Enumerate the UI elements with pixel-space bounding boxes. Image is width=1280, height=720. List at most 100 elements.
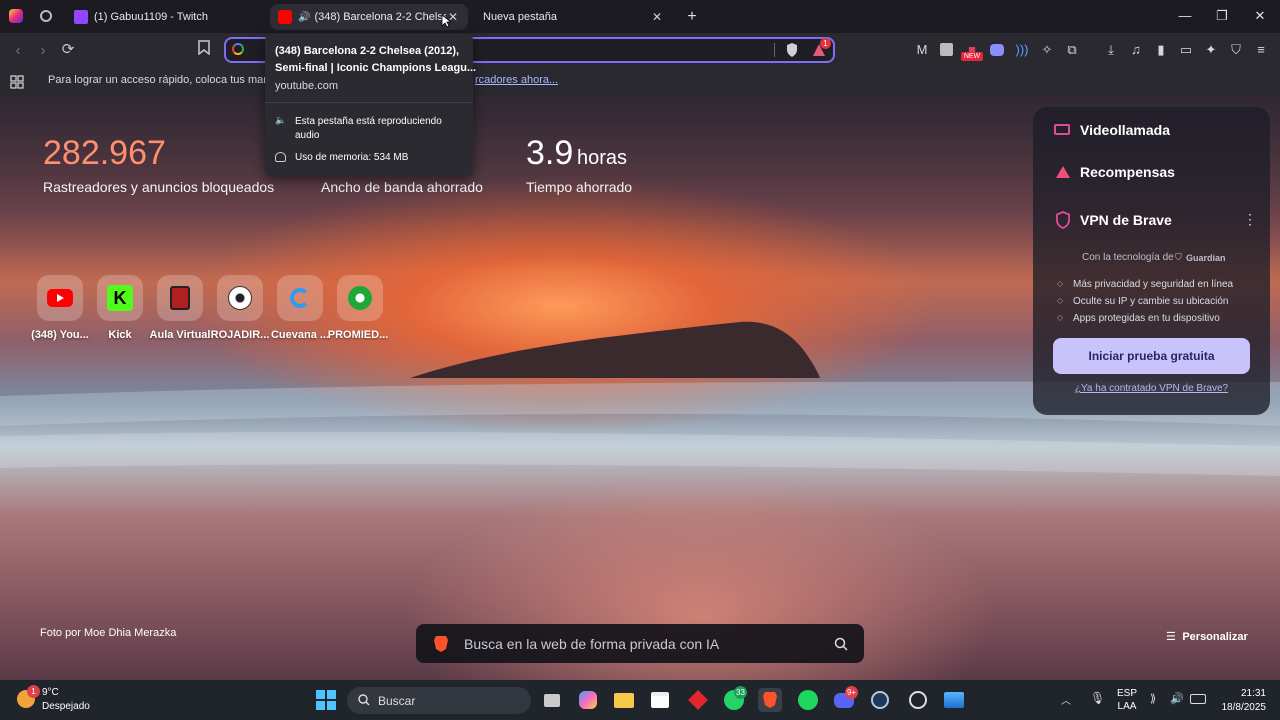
pinned-tab-web[interactable] <box>33 5 59 27</box>
already-subscribed-link[interactable]: ¿Ya ha contratado VPN de Brave? <box>1033 383 1270 394</box>
videocall-link[interactable]: Videollamada <box>1080 122 1170 138</box>
microphone-icon[interactable]: 🎙 <box>1090 691 1105 705</box>
top-site-kick[interactable]: K <box>97 275 143 321</box>
tab-strip: (1) Gabuu1109 - Twitch 🔊 (348) Barcelona… <box>0 0 1280 33</box>
instagram-icon <box>9 9 23 23</box>
maximize-button[interactable]: ❐ <box>1212 8 1232 24</box>
memory-icon <box>275 152 286 162</box>
task-view-icon[interactable] <box>540 688 564 712</box>
discord-extension-icon[interactable] <box>988 41 1006 59</box>
show-hidden-icons[interactable]: ︿ <box>1061 692 1071 707</box>
forward-button[interactable]: › <box>33 41 53 61</box>
minimize-button[interactable]: — <box>1175 8 1195 23</box>
vpn-feature: Apps protegidas en tu dispositivo <box>1073 313 1220 324</box>
brave-taskbar-icon[interactable] <box>758 688 782 712</box>
top-site-youtube[interactable] <box>37 275 83 321</box>
more-options-icon[interactable]: ⋮ <box>1243 211 1257 228</box>
lang-secondary: LAA <box>1117 701 1137 712</box>
vpn-feature: Más privacidad y seguridad en línea <box>1073 279 1234 290</box>
back-button[interactable]: ‹ <box>8 41 28 61</box>
aula-virtual-icon <box>170 286 190 310</box>
search-icon[interactable] <box>834 637 848 651</box>
tab-title: (348) Barcelona 2-2 Chelsea (2012), Semi… <box>314 11 446 23</box>
windows-start-icon[interactable] <box>314 688 338 712</box>
vpn-shield-icon[interactable]: ⛉ <box>1227 41 1245 59</box>
start-free-trial-button[interactable]: Iniciar prueba gratuita <box>1053 338 1250 374</box>
microsoft-store-icon[interactable] <box>648 688 672 712</box>
brave-widgets-panel: Videollamada Recompensas VPN de Brave ⋮ … <box>1033 107 1270 415</box>
youtube-icon <box>47 289 73 307</box>
top-site-cuevana[interactable] <box>277 275 323 321</box>
import-bookmarks-link[interactable]: rcadores ahora... <box>475 74 558 86</box>
taskbar-search[interactable]: Buscar <box>347 687 531 714</box>
extension-grey-icon[interactable] <box>938 41 956 59</box>
puzzle-extensions-icon[interactable]: ✧ <box>1038 41 1056 59</box>
battery-icon[interactable] <box>1190 694 1206 704</box>
spotify-icon[interactable] <box>796 688 820 712</box>
brave-lion-icon <box>434 636 448 652</box>
guardian-shield-icon: ⛉ <box>1175 252 1182 262</box>
tab-youtube-barcelona[interactable]: 🔊 (348) Barcelona 2-2 Chelsea (2012), Se… <box>270 4 468 30</box>
steam-icon[interactable] <box>868 688 892 712</box>
google-icon <box>232 43 244 55</box>
divider <box>265 102 473 103</box>
clock[interactable]: 21:31 18/8/2025 <box>1214 687 1267 715</box>
close-tab-icon[interactable]: ✕ <box>650 10 664 24</box>
bookmark-button[interactable] <box>194 40 214 60</box>
weather-widget[interactable]: 1 9°C Despejado <box>17 684 97 716</box>
close-window-button[interactable]: ✕ <box>1250 8 1270 24</box>
network-icon[interactable]: ⟫ <box>1150 692 1156 705</box>
language-indicator[interactable]: ESP LAA <box>1114 687 1140 713</box>
youtube-icon <box>278 10 292 24</box>
brave-shields-icon[interactable] <box>785 42 799 58</box>
wifi-extension-icon[interactable]: ))) <box>1013 41 1031 59</box>
rewards-link[interactable]: Recompensas <box>1080 164 1175 180</box>
copilot-icon[interactable] <box>576 688 600 712</box>
soccer-ball-icon <box>228 286 252 310</box>
chatgpt-icon[interactable] <box>906 688 930 712</box>
tab-new-tab[interactable]: Nueva pestaña ✕ <box>474 4 672 30</box>
speaker-icon[interactable]: 🔊 <box>298 12 310 23</box>
divider <box>774 43 775 57</box>
malwarebytes-icon[interactable]: M <box>913 41 931 59</box>
search-box[interactable]: Busca en la web de forma privada con IA <box>416 624 864 663</box>
weather-badge: 1 <box>27 685 40 698</box>
music-icon[interactable]: ♫ <box>1127 41 1145 59</box>
weather-desc: Despejado <box>42 701 90 712</box>
rewards-triangle-icon <box>1056 166 1070 178</box>
twitch-icon <box>74 10 88 24</box>
photo-credit[interactable]: Foto por Moe Dhia Merazka <box>40 627 176 639</box>
vpn-feature: Oculte su IP y cambie su ubicación <box>1073 296 1229 307</box>
search-input[interactable]: Busca en la web de forma privada con IA <box>464 636 719 652</box>
tab-twitch[interactable]: (1) Gabuu1109 - Twitch <box>66 4 266 30</box>
sidebar-icon[interactable]: ▮ <box>1152 41 1170 59</box>
sliders-icon: ☰ <box>1166 631 1176 643</box>
top-site-promiedos[interactable] <box>337 275 383 321</box>
red-app-icon[interactable] <box>686 688 710 712</box>
menu-icon[interactable]: ≡ <box>1252 41 1270 59</box>
downloads-icon[interactable]: ⤓ <box>1102 41 1120 59</box>
translate-icon[interactable]: ⧉ <box>1063 41 1081 59</box>
photos-icon[interactable] <box>942 688 966 712</box>
file-explorer-icon[interactable] <box>612 688 636 712</box>
apps-grid-icon[interactable] <box>10 75 24 89</box>
pinned-tab-instagram[interactable] <box>3 5 29 27</box>
clock-date: 18/8/2025 <box>1221 702 1267 713</box>
audio-status-text: Esta pestaña está reproduciendo <box>295 116 442 127</box>
cuevana-icon <box>290 288 310 308</box>
memory-usage-text: Uso de memoria: 534 MB <box>295 152 409 163</box>
top-site-aula-virtual[interactable] <box>157 275 203 321</box>
volume-icon[interactable]: 🔊 <box>1170 692 1184 705</box>
wallet-icon[interactable]: ▭ <box>1177 41 1195 59</box>
leo-ai-icon[interactable]: ✦ <box>1202 41 1220 59</box>
customize-button[interactable]: ☰ Personalizar <box>1166 627 1248 643</box>
hover-card-title: (348) Barcelona 2-2 Chelsea (2012), <box>275 45 460 57</box>
top-site-rojadirecta[interactable] <box>217 275 263 321</box>
check-icon: ◇ <box>1057 279 1064 288</box>
tab-hover-card: (348) Barcelona 2-2 Chelsea (2012), Semi… <box>265 34 476 176</box>
whatsapp-badge: 33 <box>734 686 747 699</box>
reload-button[interactable]: ⟳ <box>58 40 78 60</box>
new-tab-button[interactable]: + <box>684 8 700 26</box>
customize-label: Personalizar <box>1182 631 1248 643</box>
powered-by-text: Con la tecnología de <box>1082 252 1174 263</box>
